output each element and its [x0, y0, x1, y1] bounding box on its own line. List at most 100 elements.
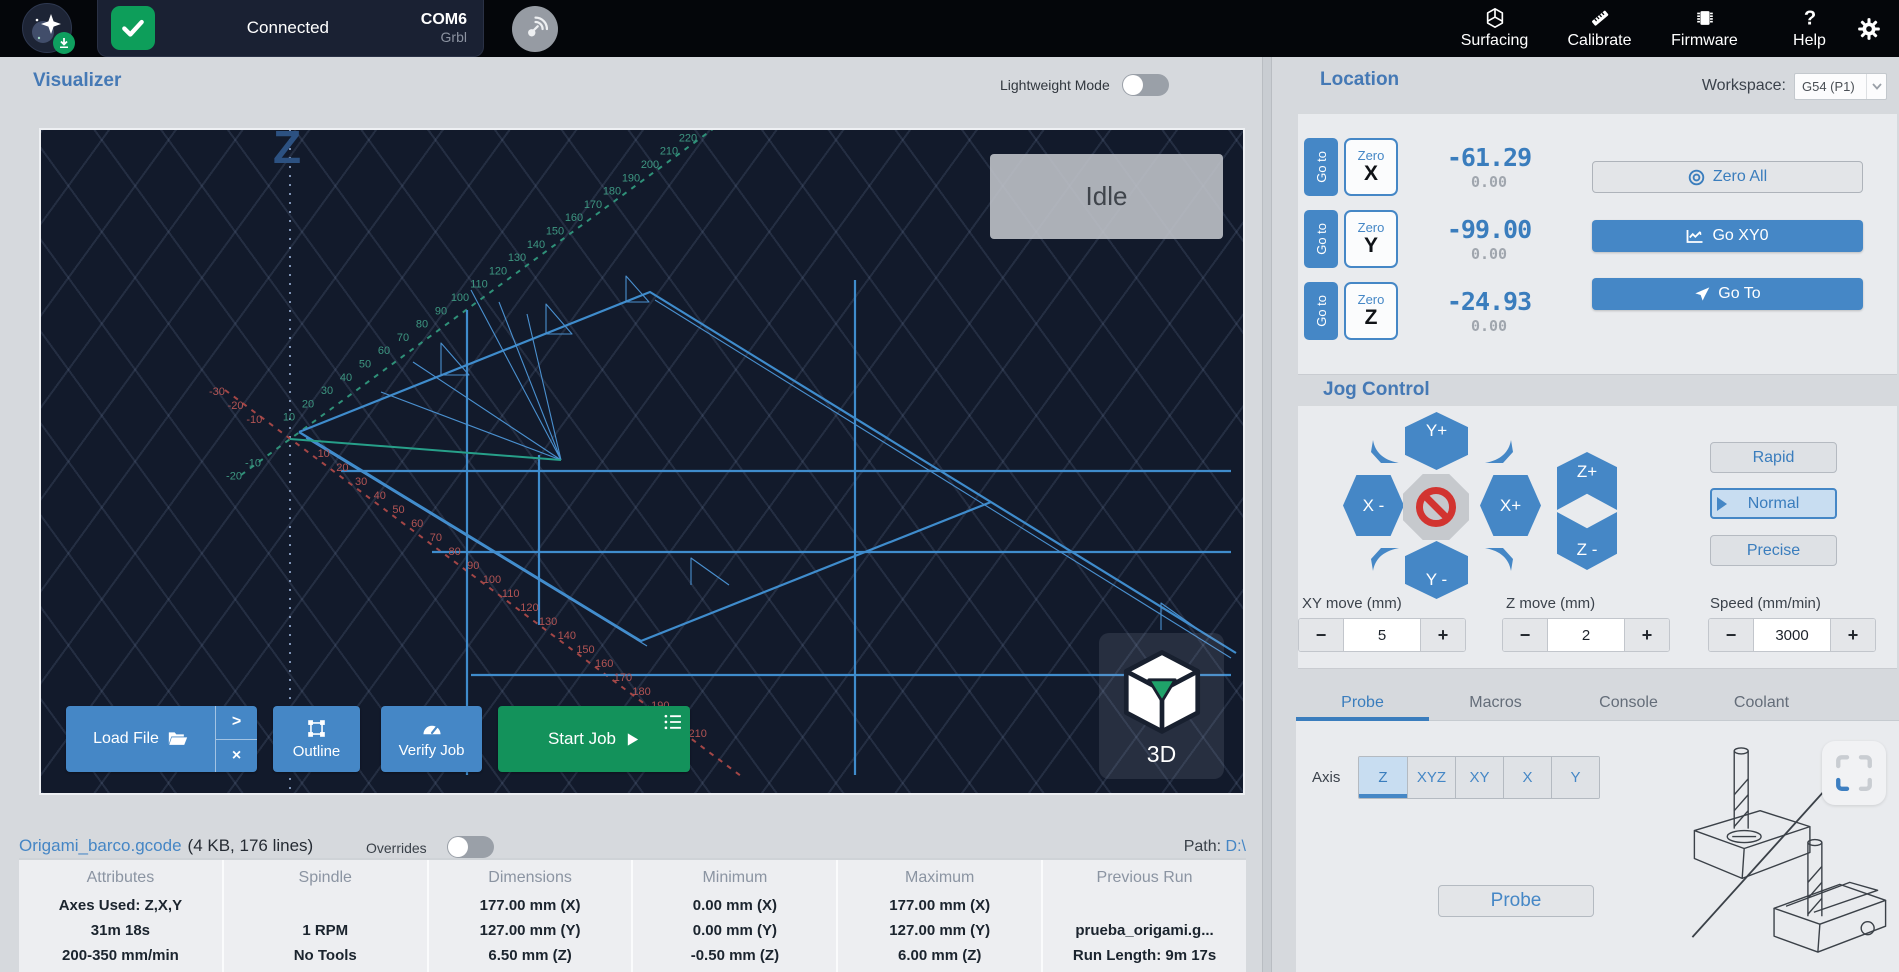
- speed-increase-button[interactable]: +: [1830, 619, 1875, 651]
- svg-text:210: 210: [660, 146, 678, 158]
- verify-job-button[interactable]: Verify Job: [381, 706, 482, 772]
- stats-col-minimum: Minimum 0.00 mm (X) 0.00 mm (Y) -0.50 mm…: [633, 860, 836, 972]
- z-move-value[interactable]: 2: [1548, 619, 1624, 651]
- svg-text:110: 110: [502, 588, 520, 600]
- nav-help[interactable]: ? Help: [1757, 0, 1862, 57]
- probe-axis-label: Axis: [1312, 769, 1340, 786]
- zero-x-button[interactable]: Zero X: [1344, 138, 1398, 196]
- app-logo-icon[interactable]: [22, 3, 72, 53]
- tab-probe[interactable]: Probe: [1296, 685, 1429, 720]
- jog-preset-normal[interactable]: Normal: [1710, 488, 1837, 519]
- workspace-select[interactable]: G54 (P1): [1794, 73, 1887, 100]
- speed-decrease-button[interactable]: −: [1709, 619, 1754, 651]
- probe-axis-y[interactable]: Y: [1551, 757, 1599, 798]
- path-value[interactable]: D:\: [1226, 838, 1246, 855]
- zero-label: Zero: [1358, 149, 1385, 163]
- jog-preset-precise[interactable]: Precise: [1710, 535, 1837, 566]
- update-download-badge-icon[interactable]: [53, 32, 75, 54]
- view-3d-button[interactable]: 3D: [1099, 633, 1224, 779]
- z-move-decrease-button[interactable]: −: [1503, 619, 1548, 651]
- jog-diagonal-down-right-button[interactable]: [1483, 546, 1515, 573]
- jog-diagonal-down-left-button[interactable]: [1369, 546, 1401, 573]
- svg-text:60: 60: [378, 345, 390, 357]
- disconnect-button[interactable]: [512, 6, 558, 52]
- nav-surfacing[interactable]: Surfacing: [1442, 0, 1547, 57]
- column-header: Dimensions: [429, 869, 632, 887]
- go-xy0-button[interactable]: Go XY0: [1592, 220, 1863, 252]
- svg-text:170: 170: [614, 672, 632, 684]
- goto-y-button[interactable]: Go to: [1304, 210, 1338, 268]
- nav-firmware[interactable]: Firmware: [1652, 0, 1757, 57]
- tab-console[interactable]: Console: [1562, 685, 1695, 720]
- z-move-increase-button[interactable]: +: [1624, 619, 1669, 651]
- nav-label: Surfacing: [1461, 32, 1529, 50]
- job-list-icon[interactable]: [663, 712, 683, 737]
- lightweight-mode-toggle[interactable]: [1122, 74, 1169, 96]
- stats-col-spindle: Spindle 1 RPM No Tools: [224, 860, 427, 972]
- column-header: Maximum: [838, 869, 1041, 887]
- gcode-visualizer-canvas[interactable]: 1020304050607080901001101201301401501601…: [39, 128, 1245, 795]
- probe-axis-xy[interactable]: XY: [1455, 757, 1503, 798]
- topbar: Connected COM6 Grbl Surfacing Calibrate: [0, 0, 1899, 57]
- go-to-button[interactable]: Go To: [1592, 278, 1863, 310]
- target-icon: [1688, 169, 1705, 186]
- outline-frame-icon: [307, 719, 326, 738]
- jog-preset-rapid[interactable]: Rapid: [1710, 442, 1837, 473]
- settings-gear-icon[interactable]: [1856, 16, 1882, 42]
- nav-calibrate[interactable]: Calibrate: [1547, 0, 1652, 57]
- gauge-icon: [421, 719, 443, 737]
- overrides-toggle[interactable]: [447, 836, 494, 858]
- svg-text:-20: -20: [228, 400, 244, 412]
- connection-widget[interactable]: Connected COM6 Grbl: [97, 0, 484, 57]
- connected-check-icon[interactable]: [111, 6, 155, 50]
- top-navigation: Surfacing Calibrate Firmware ? Help: [1442, 0, 1862, 57]
- expand-panel-button[interactable]: [1822, 741, 1886, 805]
- start-job-button[interactable]: Start Job: [498, 706, 690, 772]
- load-file-split: > ×: [215, 706, 257, 772]
- goto-x-button[interactable]: Go to: [1304, 138, 1338, 196]
- xy-move-decrease-button[interactable]: −: [1299, 619, 1344, 651]
- probe-axis-x[interactable]: X: [1503, 757, 1551, 798]
- z-work-position: -24.93: [1447, 287, 1531, 316]
- tab-macros[interactable]: Macros: [1429, 685, 1562, 720]
- probe-axis-xyz[interactable]: XYZ: [1407, 757, 1455, 798]
- zero-z-button[interactable]: Zero Z: [1344, 282, 1398, 340]
- table-cell: 0.00 mm (X): [633, 893, 836, 918]
- overrides-label: Overrides: [366, 840, 427, 856]
- table-cell: 1 RPM: [224, 918, 427, 943]
- zero-y-button[interactable]: Zero Y: [1344, 210, 1398, 268]
- load-file-more-button[interactable]: >: [216, 706, 257, 739]
- firmware-name: Grbl: [421, 29, 467, 45]
- z-position-readout: -24.93 0.00: [1414, 282, 1564, 340]
- jog-diagonal-up-left-button[interactable]: [1369, 438, 1401, 465]
- zero-all-button[interactable]: Zero All: [1592, 161, 1863, 193]
- stats-col-previous-run: Previous Run prueba_origami.g... Run Len…: [1043, 860, 1246, 972]
- stop-icon: [1416, 487, 1456, 527]
- svg-text:-20: -20: [226, 471, 242, 483]
- tab-coolant[interactable]: Coolant: [1695, 685, 1828, 720]
- jog-diagonal-up-right-button[interactable]: [1483, 438, 1515, 465]
- load-file-button[interactable]: Load File > ×: [66, 706, 257, 772]
- table-cell: 6.00 mm (Z): [838, 943, 1041, 968]
- xy-move-increase-button[interactable]: +: [1420, 619, 1465, 651]
- svg-text:30: 30: [321, 385, 333, 397]
- svg-text:120: 120: [520, 602, 538, 614]
- xy-move-value[interactable]: 5: [1344, 619, 1420, 651]
- outline-button[interactable]: Outline: [273, 706, 360, 772]
- chip-icon: [1694, 7, 1716, 29]
- gcode-file-name[interactable]: Origami_barco.gcode: [19, 836, 182, 855]
- probe-axis-z[interactable]: Z: [1359, 757, 1407, 798]
- jog-stop-button[interactable]: [1403, 474, 1469, 540]
- go-to-label: Go To: [1718, 285, 1760, 303]
- unload-file-button[interactable]: ×: [216, 739, 257, 773]
- probe-button[interactable]: Probe: [1438, 885, 1594, 917]
- file-info-row: Origami_barco.gcode(4 KB, 176 lines) Ove…: [19, 836, 1246, 860]
- svg-text:90: 90: [467, 560, 479, 572]
- axis-letter: Y: [1364, 235, 1378, 257]
- speed-value[interactable]: 3000: [1754, 619, 1830, 651]
- svg-text:20: 20: [336, 462, 348, 474]
- y-position-readout: -99.00 0.00: [1414, 210, 1564, 268]
- load-file-label: Load File: [93, 730, 159, 748]
- svg-text:10: 10: [283, 412, 295, 424]
- goto-z-button[interactable]: Go to: [1304, 282, 1338, 340]
